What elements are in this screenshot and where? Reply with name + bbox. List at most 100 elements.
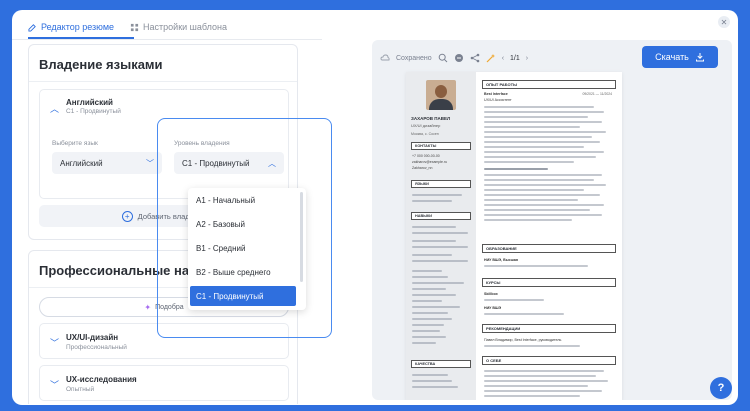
dropdown-scrollbar[interactable]	[300, 192, 303, 282]
chevron-down-icon: ﹀	[50, 380, 60, 390]
text-line	[412, 300, 442, 302]
sparkle-icon: ✦	[144, 302, 152, 312]
text-line	[412, 324, 444, 326]
skill-item[interactable]: ﹀ UX-исследования Опытный	[39, 365, 289, 401]
text-line	[484, 126, 580, 128]
text-line	[484, 375, 596, 377]
prev-page-icon[interactable]: ‹	[502, 55, 504, 62]
text-line	[484, 299, 544, 301]
contact-handle: Zakharov_nn	[412, 166, 433, 170]
text-line	[484, 209, 590, 211]
dropdown-option-selected[interactable]: C1 - Продвинутый	[190, 286, 296, 306]
dropdown-option[interactable]: B2 - Выше среднего	[190, 262, 296, 282]
text-line	[484, 111, 604, 113]
course-name: Skillbox	[484, 292, 498, 296]
course-name: НИУ ВШЭ	[484, 306, 502, 310]
download-button[interactable]: Скачать	[642, 46, 718, 68]
close-icon[interactable]: ✕	[718, 16, 730, 28]
text-line	[412, 200, 452, 202]
language-select[interactable]: Английский ﹀	[52, 152, 162, 174]
resume-section-recommendations: РЕКОМЕНДАЦИИ	[482, 324, 616, 333]
text-line	[484, 194, 600, 196]
page-indicator: 1/1	[510, 54, 520, 62]
text-line	[484, 131, 606, 133]
text-line	[412, 246, 468, 248]
level-dropdown-menu: A1 - Начальный A2 - Базовый B1 - Средний…	[188, 188, 306, 310]
text-line	[484, 121, 602, 123]
chevron-up-icon[interactable]: ︿	[50, 102, 59, 115]
text-line	[412, 386, 458, 388]
text-line	[412, 194, 462, 196]
dropdown-option[interactable]: B1 - Средний	[190, 238, 296, 258]
tab-resume-editor[interactable]: Редактор резюме	[28, 16, 114, 38]
cloud-icon	[380, 54, 390, 61]
text-line	[484, 184, 606, 186]
download-icon	[695, 53, 704, 62]
grid-icon	[130, 23, 139, 31]
text-line	[484, 199, 578, 201]
chevron-down-icon: ﹀	[50, 338, 60, 348]
dropdown-option[interactable]: A2 - Базовый	[190, 214, 296, 234]
text-line	[484, 189, 584, 191]
text-line	[484, 313, 564, 315]
text-line	[412, 260, 468, 262]
resume-city: Москва, с. Сосен	[411, 132, 439, 136]
share-icon[interactable]	[470, 53, 480, 63]
text-line	[412, 270, 442, 272]
text-line	[412, 294, 456, 296]
text-line	[412, 336, 446, 338]
text-line	[484, 146, 584, 148]
text-line	[484, 161, 574, 163]
text-line	[412, 288, 446, 290]
text-line	[484, 380, 608, 382]
text-line	[412, 330, 440, 332]
plus-icon: +	[121, 210, 133, 222]
help-button[interactable]: ?	[710, 377, 732, 399]
text-line	[484, 219, 572, 221]
resume-section-about: О СЕБЕ	[482, 356, 616, 365]
text-line	[484, 265, 588, 267]
skill-name: UX/UI-дизайн	[66, 333, 119, 342]
text-line	[484, 345, 580, 347]
recommendation-text: Павел Владимир, Best Interface, руководи…	[484, 338, 562, 342]
app-window: Редактор резюме Настройки шаблона ✕ Влад…	[12, 10, 738, 405]
text-line	[412, 374, 448, 376]
zoom-in-icon[interactable]	[438, 53, 448, 63]
resume-section-courses: КУРСЫ	[482, 278, 616, 287]
tab-resume-editor-label: Редактор резюме	[41, 22, 115, 32]
text-line	[484, 385, 588, 387]
divider	[29, 81, 297, 82]
text-line	[484, 156, 596, 158]
resume-page-preview: ЗАХАРОВ ПАВЕЛ UX/UI дизайнер Москва, с. …	[406, 72, 622, 400]
resume-sidebar: ЗАХАРОВ ПАВЕЛ UX/UI дизайнер Москва, с. …	[406, 72, 476, 400]
text-line	[484, 179, 594, 181]
resume-section-languages: ЯЗЫКИ	[411, 180, 471, 188]
resume-name: ЗАХАРОВ ПАВЕЛ	[411, 116, 451, 121]
tab-template-settings-label: Настройки шаблона	[143, 22, 227, 32]
text-line	[484, 141, 600, 143]
chevron-down-icon: ﹀	[146, 158, 154, 168]
contact-email: zakharov@example.ru	[412, 160, 448, 164]
resume-section-skills: НАВЫКИ	[411, 212, 471, 220]
tab-template-settings[interactable]: Настройки шаблона	[130, 16, 227, 38]
text-line	[412, 226, 456, 228]
resume-role: UX/UI дизайнер	[411, 123, 441, 128]
contact-phone: +7 000 000-00-00	[412, 154, 440, 158]
text-line	[412, 306, 460, 308]
dropdown-option[interactable]: A1 - Начальный	[190, 190, 296, 210]
education-school: НИУ ВШЭ, Высшая	[484, 258, 518, 262]
resume-section-experience: ОПЫТ РАБОТЫ	[482, 80, 616, 89]
preview-panel: Сохранено ‹ 1/1 › Скачать ЗАХАРОВ ПАВЕЛ …	[372, 40, 732, 400]
job-title: UX/UI Ассистент	[484, 98, 512, 102]
text-line	[484, 395, 580, 397]
magic-icon[interactable]	[486, 53, 496, 63]
language-select-label: Выберите язык	[52, 140, 98, 147]
next-page-icon[interactable]: ›	[526, 55, 528, 62]
language-select-value: Английский	[60, 158, 103, 168]
editor-tabs: Редактор резюме Настройки шаблона	[28, 16, 227, 38]
text-line	[484, 390, 602, 392]
languages-title: Владение языками	[39, 57, 163, 72]
saved-status: Сохранено	[396, 54, 432, 62]
text-line	[412, 318, 452, 320]
zoom-out-icon[interactable]	[454, 53, 464, 63]
